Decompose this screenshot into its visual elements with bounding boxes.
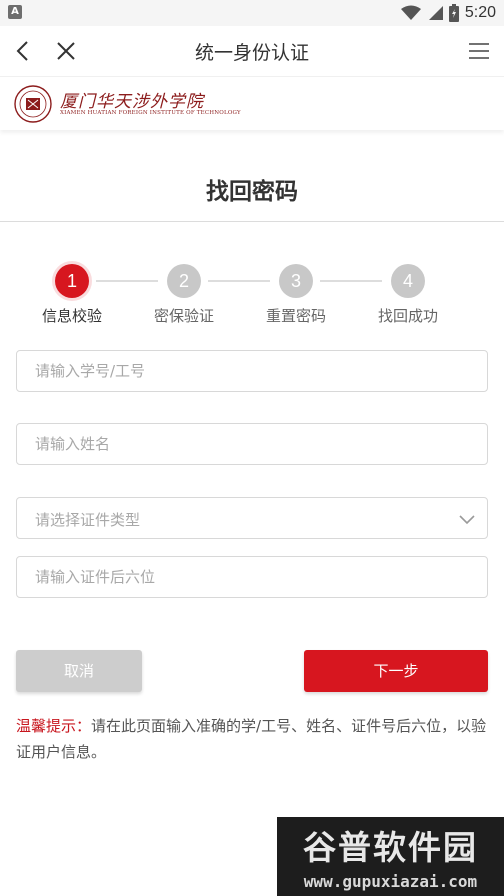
status-bar: A 5:20 [0,0,504,26]
school-name: 厦门华天涉外学院 [60,92,204,112]
step-1-circle: 1 [55,264,89,298]
next-step-button[interactable]: 下一步 [304,650,488,692]
watermark-url: www.gupuxiazai.com [303,872,478,891]
step-connector [320,280,382,282]
step-4-label: 找回成功 [377,307,438,325]
step-3-circle: 3 [279,264,313,298]
cancel-button[interactable]: 取消 [16,650,142,692]
battery-icon [448,4,459,22]
nav-title: 统一身份认证 [194,42,309,64]
student-id-input[interactable] [17,351,487,391]
chevron-down-icon [459,515,475,525]
student-id-field [16,350,488,392]
step-2-label: 密保验证 [153,307,214,325]
step-connector [96,280,158,282]
school-english-name: XIAMEN HUATIAN FOREIGN INSTITUTE OF TECH… [60,110,241,116]
cellular-signal-icon [428,6,443,20]
cert-type-select[interactable]: 请选择证件类型 [16,497,488,539]
tip-text: 温馨提示：请在此页面输入准确的学/工号、姓名、证件号后六位，以验证用户信息。 [16,713,492,765]
step-4-circle: 4 [391,264,425,298]
progress-steps: 1 2 3 4 信息校验 密保验证 重置密码 找回成功 [0,262,504,332]
school-logo-bar: 厦门华天涉外学院 XIAMEN HUATIAN FOREIGN INSTITUT… [0,76,504,130]
step-2-circle: 2 [167,264,201,298]
hamburger-menu-icon[interactable] [466,38,492,64]
cert-type-placeholder: 请选择证件类型 [35,511,141,529]
page-title: 找回密码 [206,179,298,205]
nav-bar: 统一身份认证 [0,26,504,76]
status-icons: 5:20 [400,3,496,23]
step-connector [208,280,270,282]
tip-label: 温馨提示： [16,717,92,735]
watermark: 谷普软件园 www.gupuxiazai.com [277,817,504,896]
title-divider [0,221,504,222]
school-seal-logo [14,85,52,123]
wifi-icon [400,5,421,20]
watermark-title: 谷普软件园 [303,828,478,867]
name-input[interactable] [17,424,487,464]
step-1-label: 信息校验 [41,307,102,325]
step-3-label: 重置密码 [265,307,326,325]
cert-last6-field [16,556,488,598]
name-field [16,423,488,465]
cert-last6-input[interactable] [17,557,487,597]
a-icon: A [8,5,22,19]
status-time: 5:20 [464,4,496,21]
